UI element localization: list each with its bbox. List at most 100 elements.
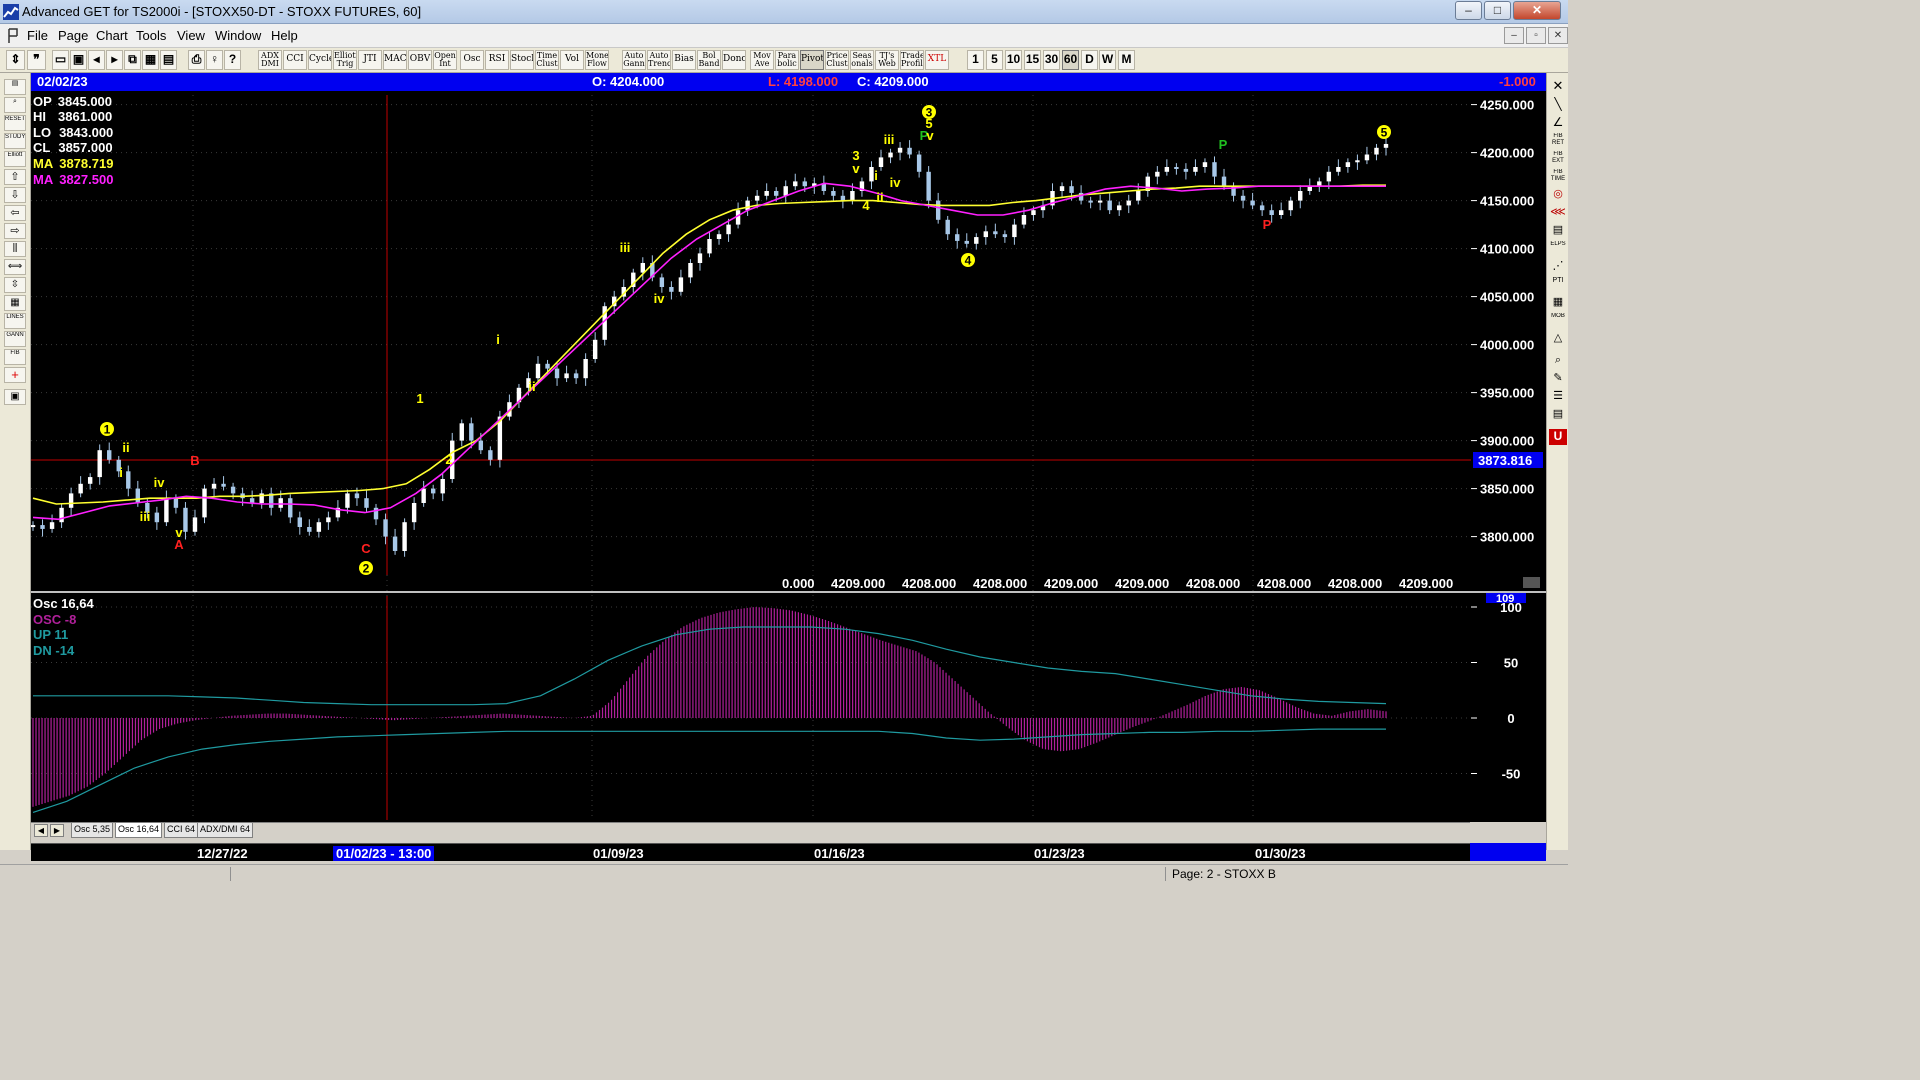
- timeframe-button-5[interactable]: 5: [986, 50, 1003, 70]
- magnifier-icon[interactable]: ⌕: [1549, 353, 1567, 369]
- study-button-vol[interactable]: Vol: [560, 50, 584, 70]
- study-button-jti[interactable]: JTI: [358, 50, 382, 70]
- close-button[interactable]: ✕: [1513, 1, 1561, 20]
- tab-osc-16-64[interactable]: Osc 16,64: [115, 823, 163, 838]
- timeframe-button-1[interactable]: 1: [967, 50, 984, 70]
- copy-icon[interactable]: ⧉: [124, 50, 141, 70]
- study-button[interactable]: STUDY: [4, 133, 26, 149]
- triangle-icon[interactable]: △: [1549, 331, 1567, 347]
- table-icon[interactable]: ▦: [1549, 295, 1567, 311]
- study-button-elliott-trig[interactable]: Elliott Trig: [333, 50, 357, 70]
- maximize-button[interactable]: □: [1484, 1, 1511, 20]
- zoom-icon[interactable]: ⌕: [4, 97, 26, 113]
- menu-file[interactable]: File: [27, 28, 48, 43]
- scroll-left-icon[interactable]: ◂: [88, 50, 105, 70]
- study-button-bol-band[interactable]: Bol Band: [697, 50, 721, 70]
- fib-ret-button[interactable]: FIB RET: [1549, 133, 1567, 149]
- expand-icon[interactable]: ⟺: [4, 259, 26, 275]
- study-button-macd[interactable]: MACD: [383, 50, 407, 70]
- arrow-right-icon[interactable]: ⇨: [4, 223, 26, 239]
- menu-window[interactable]: Window: [215, 28, 261, 43]
- list-icon[interactable]: ☰: [1549, 389, 1567, 405]
- timeframe-button-d[interactable]: D: [1081, 50, 1098, 70]
- arrow-up-icon[interactable]: ⇧: [4, 169, 26, 185]
- timeframe-button-15[interactable]: 15: [1024, 50, 1041, 70]
- channel-tool-icon[interactable]: ▤: [1549, 223, 1567, 239]
- study-button-adx-dmi[interactable]: ADX DMI: [258, 50, 282, 70]
- study-button-obv[interactable]: OBV: [408, 50, 432, 70]
- tip-icon[interactable]: ♀: [206, 50, 223, 70]
- open-page-icon[interactable]: ▣: [70, 50, 87, 70]
- crosshair-icon[interactable]: +: [4, 367, 26, 383]
- help-icon[interactable]: ?: [224, 50, 241, 70]
- tab-prev-button[interactable]: ◀: [34, 824, 48, 837]
- tab-next-button[interactable]: ▶: [50, 824, 64, 837]
- study-button-price-clust[interactable]: Price Clust: [825, 50, 849, 70]
- mdi-minimize-button[interactable]: –: [1504, 27, 1524, 44]
- mob-button[interactable]: MOB: [1549, 313, 1567, 329]
- study-button-open-int[interactable]: Open Int: [433, 50, 457, 70]
- timeframe-button-60[interactable]: 60: [1062, 50, 1079, 70]
- tab-adx-dmi-64[interactable]: ADX/DMI 64: [197, 823, 254, 838]
- study-button-money-flow[interactable]: Money Flow: [585, 50, 609, 70]
- mdi-restore-button[interactable]: ▫: [1526, 27, 1546, 44]
- study-button-time-clust[interactable]: Time Clust: [535, 50, 559, 70]
- study-button-mov-ave[interactable]: Mov Ave: [750, 50, 774, 70]
- menu-view[interactable]: View: [177, 28, 205, 43]
- sheet-icon[interactable]: ▤: [1549, 407, 1567, 423]
- study-button-auto-trend[interactable]: Auto Trend: [647, 50, 671, 70]
- new-page-icon[interactable]: ▭: [52, 50, 69, 70]
- scale-icon[interactable]: [1523, 577, 1540, 588]
- line-tool-icon[interactable]: ╲: [1549, 97, 1567, 113]
- layout-icon[interactable]: ▤: [160, 50, 177, 70]
- cursor-tool-icon[interactable]: ⇕: [6, 50, 25, 70]
- print-icon[interactable]: ⎙: [188, 50, 205, 70]
- bars-icon[interactable]: ⫼: [4, 241, 26, 257]
- study-button-stoch[interactable]: Stoch: [510, 50, 534, 70]
- close-x-icon[interactable]: ✕: [1549, 79, 1567, 95]
- quote-tool-icon[interactable]: ❞: [27, 50, 46, 70]
- menu-tools[interactable]: Tools: [136, 28, 166, 43]
- study-button-tj-s-web[interactable]: TJ's Web: [875, 50, 899, 70]
- reset-button[interactable]: RESET: [4, 115, 26, 131]
- mdi-close-button[interactable]: ✕: [1548, 27, 1568, 44]
- elliott-button[interactable]: Elliott: [4, 151, 26, 167]
- study-button-trade-profile[interactable]: Trade Profile: [900, 50, 924, 70]
- timeframe-button-10[interactable]: 10: [1005, 50, 1022, 70]
- grid-icon[interactable]: ▦: [142, 50, 159, 70]
- tab-cci-64[interactable]: CCI 64: [164, 823, 199, 838]
- fib-button[interactable]: FIB: [4, 349, 26, 365]
- study-button-auto-gann[interactable]: Auto Gann: [622, 50, 646, 70]
- study-button-para-bolic[interactable]: Para bolic: [775, 50, 799, 70]
- elps-button[interactable]: ELPS: [1549, 241, 1567, 257]
- undo-button[interactable]: U: [1549, 429, 1567, 445]
- study-button-osc[interactable]: Osc: [460, 50, 484, 70]
- menu-page[interactable]: Page: [58, 28, 88, 43]
- study-button-xtl[interactable]: XTL: [925, 50, 949, 70]
- minimize-button[interactable]: –: [1455, 1, 1482, 20]
- arrow-left-icon[interactable]: ⇦: [4, 205, 26, 221]
- scroll-right-icon[interactable]: ▸: [106, 50, 123, 70]
- study-button-seas-onals[interactable]: Seas onals: [850, 50, 874, 70]
- box-icon[interactable]: ▦: [4, 295, 26, 311]
- fib-time-button[interactable]: FIB TIME: [1549, 169, 1567, 185]
- arrow-down-icon[interactable]: ⇩: [4, 187, 26, 203]
- study-button-pivot[interactable]: Pivot: [800, 50, 824, 70]
- tab-osc-5-35[interactable]: Osc 5,35: [71, 823, 114, 838]
- study-button-cci[interactable]: CCI: [283, 50, 307, 70]
- gann-fan-icon[interactable]: ⋰: [1549, 259, 1567, 275]
- calculator-icon[interactable]: ▣: [4, 389, 26, 405]
- fan-tool-icon[interactable]: ⋘: [1549, 205, 1567, 221]
- study-button-cycles[interactable]: Cycles: [308, 50, 332, 70]
- pti-button[interactable]: PTI: [1549, 277, 1567, 293]
- study-button-rsi[interactable]: RSI: [485, 50, 509, 70]
- timeframe-button-m[interactable]: M: [1118, 50, 1135, 70]
- menu-help[interactable]: Help: [271, 28, 298, 43]
- circle-tool-icon[interactable]: ◎: [1549, 187, 1567, 203]
- lines-button[interactable]: LINES: [4, 313, 26, 329]
- study-button-donch[interactable]: Donch: [722, 50, 746, 70]
- timeframe-button-30[interactable]: 30: [1043, 50, 1060, 70]
- open-icon[interactable]: ▤: [4, 79, 26, 95]
- gann-button[interactable]: GANN: [4, 331, 26, 347]
- price-chart[interactable]: 1iiiiviiivABC212iiiiiiiv3v4iiiiiiiv35Pv4…: [31, 91, 1546, 822]
